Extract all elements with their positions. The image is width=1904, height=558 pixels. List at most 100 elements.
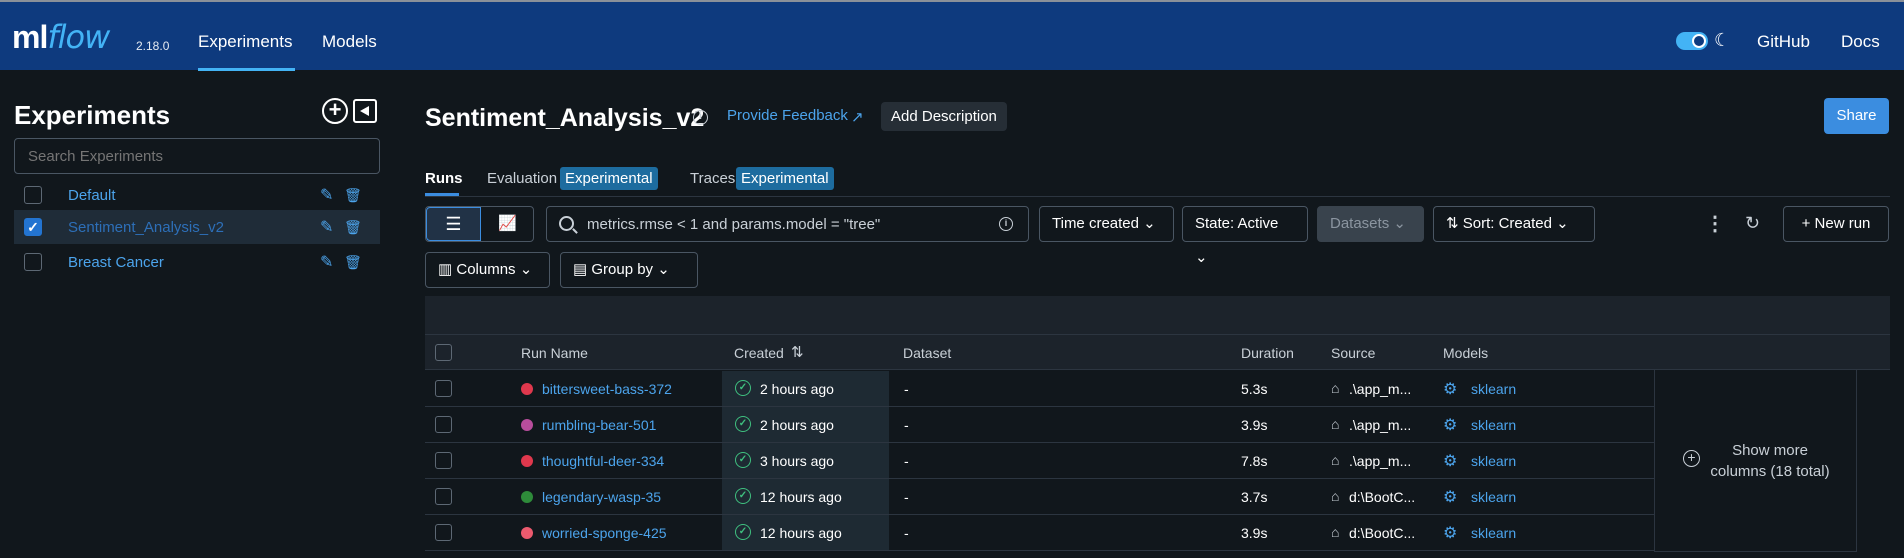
search-query-text: metrics.rmse < 1 and params.model = "tre… — [587, 216, 881, 233]
run-color-dot[interactable] — [521, 419, 533, 431]
source-value[interactable]: .\app_m... — [1349, 453, 1411, 469]
sort-dropdown[interactable]: ⇅ Sort: Created ⌄ — [1433, 206, 1595, 242]
model-link[interactable]: sklearn — [1471, 417, 1516, 433]
theme-toggle[interactable] — [1676, 32, 1708, 50]
run-name-link[interactable]: rumbling-bear-501 — [542, 417, 656, 433]
header-source[interactable]: Source — [1331, 345, 1375, 361]
delete-icon[interactable]: 🗑 — [344, 187, 362, 204]
list-view-icon[interactable]: ☰ — [426, 207, 481, 241]
tab-runs[interactable]: Runs — [425, 170, 463, 187]
group-by-button[interactable]: ▤ Group by ⌄ — [560, 252, 698, 288]
source-value[interactable]: d:\BootC... — [1349, 489, 1415, 505]
refresh-icon[interactable]: ↻ — [1745, 213, 1760, 234]
experiment-checkbox[interactable]: ✓ — [24, 218, 42, 236]
created-time: 3 hours ago — [760, 453, 834, 469]
table-row[interactable]: rumbling-bear-501 ✓ 2 hours ago - 3.9s ⌂ .\app… — [425, 407, 1654, 443]
model-link[interactable]: sklearn — [1471, 381, 1516, 397]
header-dataset[interactable]: Dataset — [903, 345, 951, 361]
source-value[interactable]: d:\BootC... — [1349, 525, 1415, 541]
header-created[interactable]: Created — [734, 345, 784, 361]
sidebar-item-label[interactable]: Sentiment_Analysis_v2 — [68, 219, 224, 236]
source-value[interactable]: .\app_m... — [1349, 417, 1411, 433]
table-row[interactable]: worried-sponge-425 ✓ 12 hours ago - 3.9s ⌂ d:\… — [425, 515, 1654, 551]
table-header: Run Name Created ⇅ Dataset Duration Sour… — [425, 334, 1890, 370]
edit-icon[interactable]: ✎ — [320, 185, 333, 205]
dataset-value: - — [904, 381, 909, 397]
run-color-dot[interactable] — [521, 491, 533, 503]
experimental-badge: Experimental — [736, 167, 834, 190]
columns-icon: ▥ — [438, 261, 453, 278]
model-link[interactable]: sklearn — [1471, 453, 1516, 469]
row-checkbox[interactable] — [435, 488, 452, 505]
nav-experiments[interactable]: Experiments — [198, 32, 292, 52]
row-checkbox[interactable] — [435, 452, 452, 469]
row-checkbox[interactable] — [435, 524, 452, 541]
create-experiment-icon[interactable]: + — [322, 98, 348, 124]
duration-value: 3.9s — [1241, 525, 1268, 541]
header-duration[interactable]: Duration — [1241, 345, 1294, 361]
run-color-dot[interactable] — [521, 455, 533, 467]
sidebar-item-label[interactable]: Breast Cancer — [68, 254, 164, 271]
model-link[interactable]: sklearn — [1471, 525, 1516, 541]
edit-icon[interactable]: ✎ — [320, 217, 333, 237]
run-name-link[interactable]: worried-sponge-425 — [542, 525, 667, 541]
run-color-dot[interactable] — [521, 383, 533, 395]
header-run-name[interactable]: Run Name — [521, 345, 588, 361]
new-run-button[interactable]: + New run — [1783, 206, 1889, 242]
state-dropdown[interactable]: State: Active ⌄ — [1182, 206, 1308, 266]
delete-icon[interactable]: 🗑 — [344, 254, 362, 271]
row-checkbox[interactable] — [435, 380, 452, 397]
view-mode-toggle: ☰ 📈 — [425, 206, 534, 242]
collapse-sidebar-icon[interactable] — [353, 99, 377, 123]
sidebar-item-default[interactable]: Default ✎ 🗑 — [14, 178, 380, 212]
experiment-checkbox[interactable] — [24, 253, 42, 271]
version-label: 2.18.0 — [136, 39, 170, 53]
run-color-dot[interactable] — [521, 527, 533, 539]
tab-traces[interactable]: Traces — [690, 170, 735, 187]
table-row[interactable]: thoughtful-deer-334 ✓ 3 hours ago - 7.8s ⌂ .\a… — [425, 443, 1654, 479]
header-models[interactable]: Models — [1443, 345, 1488, 361]
run-name-link[interactable]: thoughtful-deer-334 — [542, 453, 664, 469]
nav-github[interactable]: GitHub — [1757, 32, 1810, 52]
delete-icon[interactable]: 🗑 — [344, 219, 362, 236]
info-icon[interactable]: i — [693, 110, 708, 125]
edit-icon[interactable]: ✎ — [320, 252, 333, 272]
share-button[interactable]: Share — [1824, 98, 1889, 134]
runs-search-input[interactable]: metrics.rmse < 1 and params.model = "tre… — [546, 206, 1029, 242]
table-group-header — [425, 296, 1890, 334]
sidebar-item-breast-cancer[interactable]: Breast Cancer ✎ 🗑 — [14, 245, 380, 279]
columns-button[interactable]: ▥ Columns ⌄ — [425, 252, 550, 288]
provide-feedback-link[interactable]: Provide Feedback — [727, 107, 848, 124]
sort-descending-icon[interactable]: ⇅ — [791, 343, 804, 361]
time-created-dropdown[interactable]: Time created ⌄ — [1039, 206, 1174, 242]
run-name-link[interactable]: legendary-wasp-35 — [542, 489, 661, 505]
model-link[interactable]: sklearn — [1471, 489, 1516, 505]
datasets-dropdown[interactable]: Datasets ⌄ — [1317, 206, 1424, 242]
search-experiments-input[interactable] — [14, 138, 380, 174]
row-checkbox[interactable] — [435, 416, 452, 433]
model-icon: ⚙ — [1443, 381, 1458, 398]
columns-label: Columns — [456, 261, 516, 278]
mlflow-logo[interactable]: ml flow — [12, 18, 110, 56]
experiment-title: Sentiment_Analysis_v2 — [425, 104, 705, 132]
source-value[interactable]: .\app_m... — [1349, 381, 1411, 397]
created-time: 12 hours ago — [760, 525, 842, 541]
more-options-icon[interactable]: ⋮ — [1705, 211, 1725, 236]
home-icon: ⌂ — [1331, 524, 1340, 540]
select-all-checkbox[interactable] — [435, 344, 452, 361]
table-row[interactable]: legendary-wasp-35 ✓ 12 hours ago - 3.7s ⌂ d:\B… — [425, 479, 1654, 515]
chart-view-icon[interactable]: 📈 — [481, 207, 534, 241]
search-info-icon[interactable]: i — [999, 217, 1013, 231]
sidebar-item-label[interactable]: Default — [68, 187, 116, 204]
experiment-checkbox[interactable] — [24, 186, 42, 204]
run-name-link[interactable]: bittersweet-bass-372 — [542, 381, 672, 397]
add-description-button[interactable]: Add Description — [881, 102, 1007, 131]
show-more-columns-button[interactable]: + Show more columns (18 total) — [1654, 370, 1857, 552]
table-row[interactable]: bittersweet-bass-372 ✓ 2 hours ago - 5.3s ⌂ .\… — [425, 371, 1654, 407]
tab-evaluation[interactable]: Evaluation — [487, 170, 557, 187]
external-link-icon[interactable]: ↗ — [851, 108, 864, 126]
nav-models[interactable]: Models — [322, 32, 377, 52]
sidebar-item-sentiment-analysis[interactable]: ✓ Sentiment_Analysis_v2 ✎ 🗑 — [14, 210, 380, 244]
nav-docs[interactable]: Docs — [1841, 32, 1880, 52]
model-icon: ⚙ — [1443, 417, 1458, 434]
